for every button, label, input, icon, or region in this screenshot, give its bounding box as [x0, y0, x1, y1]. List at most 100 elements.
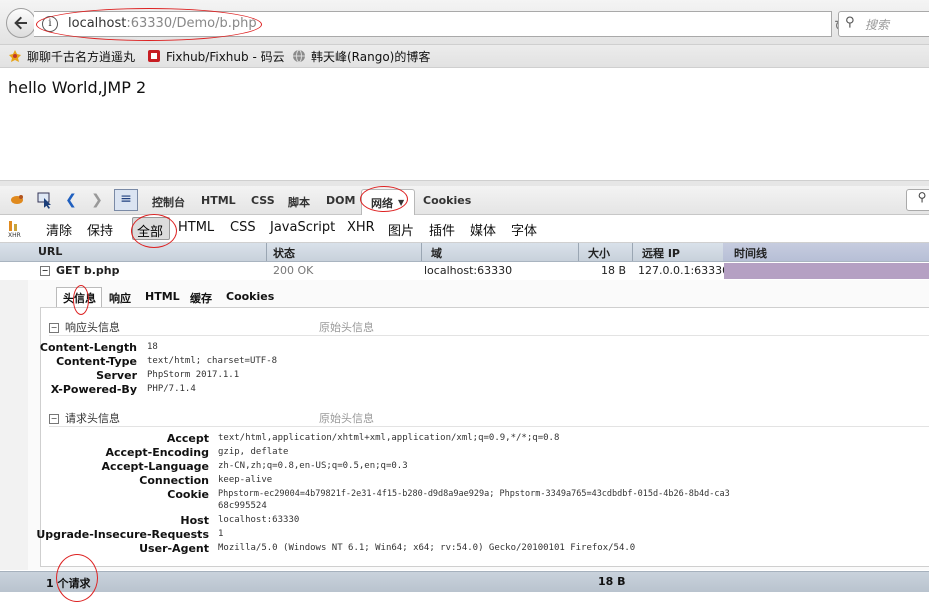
raw-headers-link[interactable]: 原始头信息 [319, 319, 374, 335]
header-name: Content-Length [39, 341, 137, 354]
request-domain: localhost:63330 [424, 264, 513, 277]
filter-plugins[interactable]: 插件 [429, 220, 455, 239]
collapse-icon[interactable]: − [49, 414, 59, 424]
filter-html[interactable]: HTML [178, 220, 214, 235]
request-headers-section[interactable]: − 请求头信息 [49, 410, 120, 426]
col-remote-ip[interactable]: 远程 IP [642, 245, 680, 261]
header-value: 18 [147, 342, 158, 352]
back-arrow-icon[interactable]: ❮ [62, 191, 80, 209]
header-name: Host [180, 514, 209, 527]
devtools-search-icon[interactable]: ⚲ [906, 189, 929, 211]
tab-headers-label: 头信息 [63, 292, 96, 305]
tab-net[interactable]: 网络 ▼ [361, 189, 415, 215]
col-size[interactable]: 大小 [588, 245, 610, 261]
headers-panel: − 响应头信息 原始头信息 Content-Length 18 Content-T… [36, 307, 929, 567]
header-value: gzip, deflate [218, 447, 289, 457]
response-headers-section[interactable]: − 响应头信息 [49, 319, 120, 335]
bookmark-item[interactable]: 聊聊千古名方逍遥丸 [8, 48, 135, 64]
col-timeline[interactable]: 时间线 [734, 245, 767, 261]
collapse-icon[interactable]: − [40, 266, 50, 276]
back-arrow-icon [14, 16, 27, 30]
header-name: Connection [139, 474, 209, 487]
header-name: Upgrade-Insecure-Requests [36, 528, 209, 541]
divider [49, 426, 929, 427]
bookmark-label: 韩天峰(Rango)的博客 [311, 50, 431, 64]
request-url-cell[interactable]: − GET b.php [40, 264, 120, 277]
column-separator[interactable] [421, 243, 422, 261]
search-box[interactable]: ⚲ 搜索 [838, 11, 929, 37]
col-status[interactable]: 状态 [273, 245, 295, 261]
header-name: X-Powered-By [50, 383, 137, 396]
detail-gutter [0, 280, 28, 570]
filter-media[interactable]: 媒体 [470, 220, 496, 239]
request-remote-ip: 127.0.0.1:63330 [638, 264, 730, 277]
page-body-text: hello World,JMP 2 [8, 78, 147, 97]
header-value: text/html; charset=UTF-8 [147, 356, 278, 366]
column-separator[interactable] [632, 243, 633, 261]
filter-fonts[interactable]: 字体 [511, 220, 537, 239]
tab-cookies[interactable]: Cookies [423, 194, 471, 207]
forward-arrow-icon[interactable]: ❯ [88, 191, 106, 209]
header-name: Accept [166, 432, 209, 445]
tab-response[interactable]: 响应 [109, 290, 131, 306]
header-value: PhpStorm 2017.1.1 [147, 370, 240, 380]
tab-html[interactable]: HTML [201, 194, 236, 207]
back-button[interactable] [6, 8, 36, 38]
site-info-icon[interactable]: i [42, 16, 58, 32]
header-name: Accept-Encoding [105, 446, 210, 459]
tab-dom[interactable]: DOM [326, 194, 355, 207]
tab-css[interactable]: CSS [251, 194, 275, 207]
collapse-icon[interactable]: − [49, 323, 59, 333]
firebug-icon[interactable] [8, 191, 26, 209]
tab-console[interactable]: 控制台 [152, 194, 185, 210]
clear-button[interactable]: 清除 [46, 220, 72, 239]
filter-xhr[interactable]: XHR [347, 220, 375, 235]
filter-all-label: 全部 [137, 225, 164, 240]
tab-detail-html[interactable]: HTML [145, 290, 180, 303]
timeline-bar[interactable] [724, 263, 929, 279]
header-value-continued: 68c995524 [218, 501, 267, 511]
chevron-down-icon: ▼ [398, 198, 405, 207]
header-value: text/html,application/xhtml+xml,applicat… [218, 433, 560, 443]
devtools-toolbar: ❮ ❯ ≡ 控制台 HTML CSS 脚本 DOM 网络 ▼ Cookies ⚲ [0, 186, 929, 215]
persist-button[interactable]: 保持 [87, 220, 113, 239]
header-value: Phpstorm-ec29004=4b79821f-2e31-4f15-b280… [218, 489, 730, 499]
header-value: 1 [218, 529, 224, 539]
tab-detail-cookies[interactable]: Cookies [226, 290, 274, 303]
command-line-icon[interactable]: ≡ [114, 189, 138, 211]
net-status-bar: 1 个请求 18 B [0, 571, 929, 592]
col-domain[interactable]: 域 [431, 245, 442, 261]
header-value: localhost:63330 [218, 515, 300, 525]
filter-images[interactable]: 图片 [388, 220, 414, 239]
url-text[interactable]: localhost:63330/Demo/b.php [68, 16, 257, 31]
filter-javascript[interactable]: JavaScript [270, 220, 335, 235]
bookmark-item[interactable]: Fixhub/Fixhub - 码云 [147, 48, 285, 64]
filter-all-button[interactable]: 全部 [132, 217, 170, 240]
request-headers-title: 请求头信息 [65, 412, 120, 425]
header-value: zh-CN,zh;q=0.8,en-US;q=0.5,en;q=0.3 [218, 461, 408, 471]
column-separator[interactable] [266, 243, 267, 261]
header-name: Content-Type [56, 355, 137, 368]
col-url[interactable]: URL [38, 245, 62, 258]
search-placeholder: 搜索 [865, 18, 890, 32]
xhr-icon[interactable]: XHR [6, 220, 24, 239]
red-gitee-icon [147, 49, 161, 63]
tab-cache[interactable]: 缓存 [190, 290, 212, 306]
tab-script[interactable]: 脚本 [288, 194, 310, 210]
bookmark-item[interactable]: 韩天峰(Rango)的博客 [292, 48, 430, 64]
table-row[interactable]: − GET b.php 200 OK localhost:63330 18 B 1… [0, 262, 929, 281]
bookmark-label: Fixhub/Fixhub - 码云 [166, 50, 285, 64]
url-bar[interactable]: i localhost:63330/Demo/b.php ↻ [34, 11, 847, 37]
svg-text:XHR: XHR [8, 232, 21, 238]
inspect-icon[interactable] [36, 191, 54, 209]
header-value: Mozilla/5.0 (Windows NT 6.1; Win64; x64;… [218, 543, 636, 553]
bookmarks-bar: 聊聊千古名方逍遥丸 Fixhub/Fixhub - 码云 韩天峰(Rango)的… [0, 45, 929, 68]
request-status: 200 OK [273, 264, 314, 277]
tab-headers[interactable]: 头信息 [56, 287, 102, 308]
column-separator[interactable] [578, 243, 579, 261]
filter-css[interactable]: CSS [230, 220, 256, 235]
total-size: 18 B [598, 575, 626, 588]
header-name: Server [96, 369, 137, 382]
header-value: PHP/7.1.4 [147, 384, 196, 394]
raw-headers-link[interactable]: 原始头信息 [319, 410, 374, 426]
